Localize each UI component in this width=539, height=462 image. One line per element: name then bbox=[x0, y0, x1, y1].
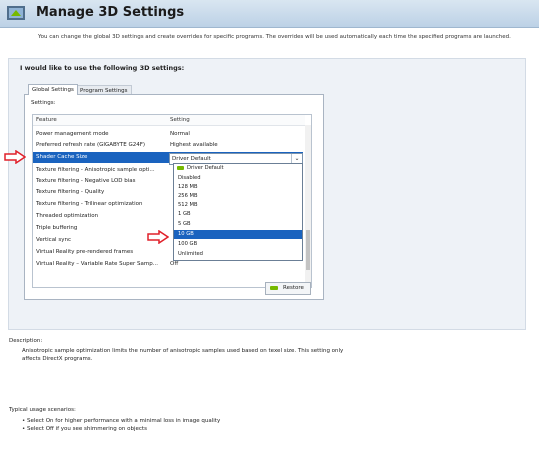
row-feature: Vertical sync bbox=[36, 237, 71, 243]
option-label: 128 MB bbox=[178, 184, 198, 190]
column-header-feature-label: Feature bbox=[36, 117, 57, 123]
page-subtitle: You can change the global 3D settings an… bbox=[38, 34, 511, 40]
restore-label: Restore bbox=[283, 285, 304, 291]
dropdown-option[interactable]: 5 GB bbox=[174, 220, 302, 229]
description-text: Anisotropic sample optimization limits t… bbox=[22, 348, 344, 362]
row-feature: Power management mode bbox=[36, 131, 109, 137]
nvidia-badge-icon bbox=[270, 286, 278, 290]
table-row-partial[interactable] bbox=[33, 271, 303, 282]
red-arrow-annotation-icon bbox=[147, 230, 169, 244]
row-feature: Preferred refresh rate (GIGABYTE G24F) bbox=[36, 142, 146, 148]
column-header-setting[interactable]: Setting bbox=[170, 115, 305, 126]
nvidia-badge-icon bbox=[177, 166, 184, 170]
row-feature: Texture filtering - Quality bbox=[36, 189, 105, 195]
restore-button[interactable]: Restore bbox=[265, 282, 311, 295]
option-label: 256 MB bbox=[178, 193, 198, 199]
row-setting: Highest available bbox=[170, 142, 218, 148]
settings-label: Settings: bbox=[31, 100, 56, 106]
section-heading: I would like to use the following 3D set… bbox=[20, 64, 185, 72]
usage-item: • Select On for higher performance with … bbox=[22, 418, 221, 424]
column-header-setting-label: Setting bbox=[170, 117, 190, 123]
row-feature: Texture filtering - Anisotropic sample o… bbox=[36, 167, 155, 173]
row-feature: Texture filtering - Negative LOD bias bbox=[36, 178, 136, 184]
option-label: 1 GB bbox=[178, 211, 191, 217]
dropdown-option[interactable]: 256 MB bbox=[174, 192, 302, 201]
option-label: 10 GB bbox=[178, 231, 194, 237]
option-label: 512 MB bbox=[178, 202, 198, 208]
dropdown-option-highlighted[interactable]: 10 GB bbox=[174, 230, 302, 239]
usage-item: • Select Off if you see shimmering on ob… bbox=[22, 426, 147, 432]
dropdown-option[interactable]: 100 GB bbox=[174, 240, 302, 249]
row-feature: Texture filtering - Trilinear optimizati… bbox=[36, 201, 143, 207]
dropdown-option[interactable]: 512 MB bbox=[174, 201, 302, 210]
option-label: Disabled bbox=[178, 175, 201, 181]
table-row[interactable]: Preferred refresh rate (GIGABYTE G24F) Hi… bbox=[33, 140, 303, 151]
row-feature: Triple buffering bbox=[36, 225, 78, 231]
tab-global-settings[interactable]: Global Settings bbox=[28, 84, 78, 95]
description-label: Description: bbox=[9, 338, 43, 344]
option-label: Unlimited bbox=[178, 251, 203, 257]
row-feature: Threaded optimization bbox=[36, 213, 99, 219]
table-row[interactable]: Power management mode Normal bbox=[33, 129, 303, 140]
dropdown-option[interactable]: Unlimited bbox=[174, 250, 302, 259]
row-feature: Virtual Reality pre-rendered frames bbox=[36, 249, 134, 255]
option-label: 5 GB bbox=[178, 221, 191, 227]
dropdown-option[interactable]: Disabled bbox=[174, 174, 302, 183]
usage-scenarios-label: Typical usage scenarios: bbox=[9, 407, 76, 413]
page-title: Manage 3D Settings bbox=[36, 5, 185, 20]
grid-scrollbar-thumb[interactable] bbox=[306, 230, 310, 270]
row-feature: Shader Cache Size bbox=[36, 154, 88, 160]
nvidia-3d-settings-icon bbox=[7, 6, 25, 20]
dropdown-option[interactable]: 128 MB bbox=[174, 183, 302, 192]
dropdown-option[interactable]: Driver Default bbox=[174, 164, 302, 173]
row-feature: Virtual Reality – Variable Rate Super Sa… bbox=[36, 261, 158, 267]
red-arrow-annotation-icon bbox=[4, 150, 26, 164]
shader-cache-size-dropdown: Driver Default Disabled 128 MB 256 MB 51… bbox=[173, 163, 303, 261]
option-label: 100 GB bbox=[178, 241, 198, 247]
row-setting: Normal bbox=[170, 131, 190, 137]
dropdown-option[interactable]: 1 GB bbox=[174, 210, 302, 219]
option-label: Driver Default bbox=[187, 165, 224, 171]
column-header-feature[interactable]: Feature bbox=[33, 115, 170, 126]
